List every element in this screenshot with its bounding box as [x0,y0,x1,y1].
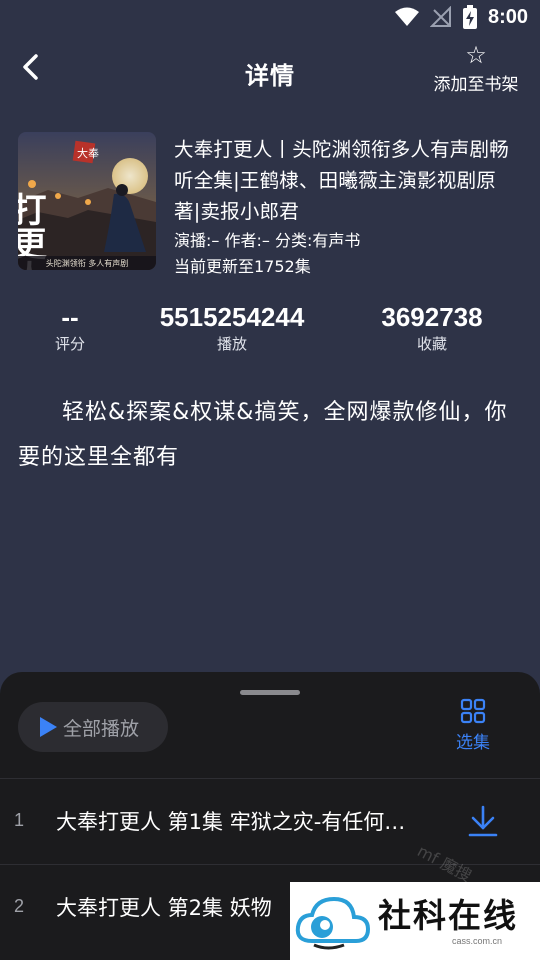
watermark-url: cass.com.cn [451,936,502,946]
book-credits: 演播:– 作者:– 分类:有声书 [174,231,361,250]
episode-index: 2 [14,896,25,916]
book-info: 大奉打更人丨头陀渊领衔多人有声剧畅听全集|王鹤棣、田曦薇主演影视剧原著|卖报小郎… [174,134,514,279]
play-icon [40,717,57,737]
update-status: 当前更新至1752集 [174,257,311,276]
cloud-logo-icon [295,896,371,950]
cover-brand-text: 大奉 [77,146,99,160]
divider [0,778,540,779]
episode-index: 1 [14,810,25,830]
download-icon[interactable] [466,804,500,838]
select-episodes-button[interactable]: 选集 [440,698,506,758]
plays-value: 5515254244 [159,302,305,332]
episode-row[interactable]: 1 大奉打更人 第1集 牢狱之灾-有任何… [0,780,540,864]
clock: 8:00 [487,5,528,28]
add-to-shelf-button[interactable]: ☆ 添加至书架 [430,42,522,95]
stat-plays: 5515254244 播放 [132,300,332,354]
watermark-text: 社科在线 [378,896,518,935]
plays-label: 播放 [216,335,247,353]
stats-row: -- 评分 5515254244 播放 3692738 收藏 [0,300,540,360]
book-header: 大奉 打更人 头陀渊领衔 多人有声剧 大奉打更人丨头陀渊领衔多人有声剧畅听全集|… [18,132,528,282]
star-outline-icon: ☆ [465,41,487,69]
play-all-button[interactable]: 全部播放 [18,702,168,752]
grid-icon [460,698,486,724]
add-to-shelf-label: 添加至书架 [433,75,519,95]
play-all-label: 全部播放 [63,717,140,740]
favorites-label: 收藏 [416,335,447,353]
cover-footer-text: 头陀渊领衔 多人有声剧 [46,258,129,268]
watermark-text-block: 社科在线 cass.com.cn [378,896,518,946]
stat-favorites: 3692738 收藏 [332,300,532,354]
app-bar: 详情 ☆ 添加至书架 [0,36,540,104]
book-cover: 大奉 打更人 头陀渊领衔 多人有声剧 [18,132,156,270]
select-episodes-label: 选集 [456,733,490,753]
book-title: 大奉打更人丨头陀渊领衔多人有声剧畅听全集|王鹤棣、田曦薇主演影视剧原著|卖报小郎… [174,138,509,223]
drag-handle[interactable] [240,690,300,695]
favorites-value: 3692738 [381,302,483,332]
wifi-icon [394,7,419,26]
no-signal-icon [429,6,451,27]
episode-title: 大奉打更人 第1集 牢狱之灾-有任何… [56,810,406,834]
status-bar: 8:00 [0,0,540,34]
book-description: 轻松&探案&权谋&搞笑，全网爆款修仙，你要的这里全都有 [18,400,508,470]
battery-charging-icon [462,5,477,29]
site-watermark: 社科在线 cass.com.cn [290,882,540,960]
